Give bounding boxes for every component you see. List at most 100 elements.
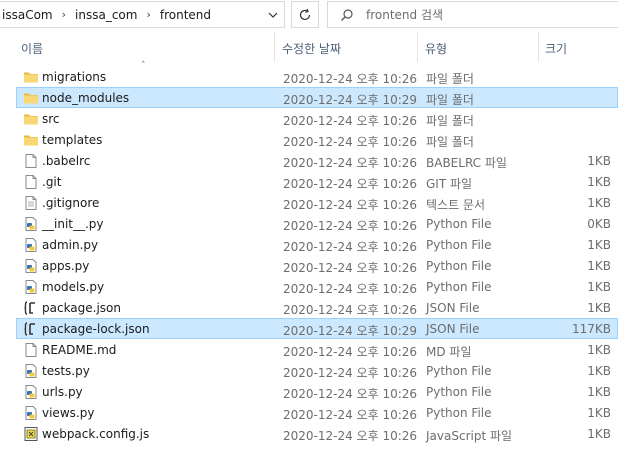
- file-size: 1KB: [587, 343, 611, 357]
- refresh-button[interactable]: [291, 1, 319, 28]
- search-icon: [341, 8, 353, 21]
- folder-icon: [23, 69, 39, 85]
- file-type: JavaScript 파일: [426, 429, 513, 443]
- chevron-right-icon[interactable]: ›: [139, 8, 157, 21]
- blank-file-icon: [23, 153, 39, 169]
- python-file-icon: [23, 405, 39, 421]
- file-type: 파일 폴더: [426, 93, 474, 107]
- file-name: migrations: [42, 70, 107, 84]
- breadcrumb-item[interactable]: frontend: [158, 8, 213, 22]
- file-date: 2020-12-24 오후 10:26: [283, 240, 418, 254]
- file-row[interactable]: .git 2020-12-24 오후 10:26 GIT 파일 1KB: [16, 171, 618, 192]
- file-row[interactable]: apps.py 2020-12-24 오후 10:26 Python File 1KB: [16, 255, 618, 276]
- file-date: 2020-12-24 오후 10:29: [283, 324, 418, 338]
- file-date: 2020-12-24 오후 10:26: [283, 114, 418, 128]
- file-date: 2020-12-24 오후 10:26: [283, 72, 418, 86]
- file-name: templates: [42, 133, 103, 147]
- file-type: Python File: [426, 238, 492, 252]
- file-row[interactable]: package-lock.json 2020-12-24 오후 10:29 JSON…: [16, 318, 618, 339]
- breadcrumb: issaCom › inssa_com › frontend: [0, 8, 262, 22]
- file-row[interactable]: tests.py 2020-12-24 오후 10:26 Python File 1K…: [16, 360, 618, 381]
- file-row[interactable]: templates 2020-12-24 오후 10:26 파일 폴더: [16, 129, 618, 150]
- file-row[interactable]: README.md 2020-12-24 오후 10:26 MD 파일 1KB: [16, 339, 618, 360]
- file-row[interactable]: views.py 2020-12-24 오후 10:26 Python File 1K…: [16, 402, 618, 423]
- file-date: 2020-12-24 오후 10:26: [283, 387, 418, 401]
- file-name: .gitignore: [42, 196, 100, 210]
- breadcrumb-item[interactable]: issaCom: [0, 8, 55, 22]
- file-date: 2020-12-24 오후 10:26: [283, 135, 418, 149]
- column-header-size[interactable]: 크기: [545, 40, 567, 57]
- python-file-icon: [23, 237, 39, 253]
- file-size: 1KB: [587, 238, 611, 252]
- text-file-icon: [23, 195, 39, 211]
- column-header-date[interactable]: 수정한 날짜: [282, 40, 341, 57]
- chevron-down-icon[interactable]: [262, 2, 284, 27]
- column-divider[interactable]: [274, 32, 275, 62]
- file-date: 2020-12-24 오후 10:29: [283, 93, 418, 107]
- file-row[interactable]: .babelrc 2020-12-24 오후 10:26 BABELRC 파일 1KB: [16, 150, 618, 171]
- file-row[interactable]: urls.py 2020-12-24 오후 10:26 Python File 1KB: [16, 381, 618, 402]
- file-name: urls.py: [42, 385, 83, 399]
- file-size: 1KB: [587, 280, 611, 294]
- file-row[interactable]: models.py 2020-12-24 오후 10:26 Python File 1…: [16, 276, 618, 297]
- file-size: 1KB: [587, 301, 611, 315]
- file-name: apps.py: [42, 259, 90, 273]
- file-list: migrations 2020-12-24 오후 10:26 파일 폴더 node_m…: [16, 66, 618, 444]
- search-box[interactable]: frontend 검색: [327, 1, 618, 28]
- column-divider[interactable]: [538, 32, 539, 62]
- file-name: tests.py: [42, 364, 90, 378]
- search-input[interactable]: frontend 검색: [366, 6, 443, 23]
- file-size: 1KB: [587, 406, 611, 420]
- file-row[interactable]: src 2020-12-24 오후 10:26 파일 폴더: [16, 108, 618, 129]
- toolbar: issaCom › inssa_com › frontend frontend …: [0, 0, 618, 30]
- file-type: JSON File: [426, 301, 480, 315]
- python-file-icon: [23, 363, 39, 379]
- file-name: admin.py: [42, 238, 99, 252]
- file-type: Python File: [426, 385, 492, 399]
- file-name: package.json: [42, 301, 122, 315]
- file-row[interactable]: package.json 2020-12-24 오후 10:26 JSON File…: [16, 297, 618, 318]
- file-type: BABELRC 파일: [426, 156, 507, 170]
- chevron-right-icon[interactable]: ›: [55, 8, 73, 21]
- column-header-type[interactable]: 유형: [425, 40, 447, 57]
- file-date: 2020-12-24 오후 10:26: [283, 408, 418, 422]
- file-type: 텍스트 문서: [426, 198, 486, 212]
- file-type: MD 파일: [426, 345, 472, 359]
- file-date: 2020-12-24 오후 10:26: [283, 177, 418, 191]
- file-date: 2020-12-24 오후 10:26: [283, 345, 418, 359]
- file-name: views.py: [42, 406, 95, 420]
- file-type: Python File: [426, 217, 492, 231]
- file-size: 1KB: [587, 175, 611, 189]
- file-type: Python File: [426, 280, 492, 294]
- folder-icon: [23, 90, 39, 106]
- file-name: node_modules: [42, 91, 130, 105]
- file-date: 2020-12-24 오후 10:26: [283, 198, 418, 212]
- file-row[interactable]: node_modules 2020-12-24 오후 10:29 파일 폴더: [16, 87, 618, 108]
- file-date: 2020-12-24 오후 10:26: [283, 366, 418, 380]
- file-date: 2020-12-24 오후 10:26: [283, 303, 418, 317]
- file-row[interactable]: migrations 2020-12-24 오후 10:26 파일 폴더: [16, 66, 618, 87]
- file-name: .git: [42, 175, 62, 189]
- address-bar[interactable]: issaCom › inssa_com › frontend: [0, 1, 285, 28]
- breadcrumb-item[interactable]: inssa_com: [73, 8, 139, 22]
- folder-icon: [23, 111, 39, 127]
- file-row[interactable]: webpack.config.js 2020-12-24 오후 10:26 Java…: [16, 423, 618, 444]
- file-type: 파일 폴더: [426, 72, 474, 86]
- column-header-bar: ˄ 이름 수정한 날짜 유형 크기: [0, 30, 618, 71]
- file-row[interactable]: __init__.py 2020-12-24 오후 10:26 Python Fil…: [16, 213, 618, 234]
- folder-icon: [23, 132, 39, 148]
- file-type: GIT 파일: [426, 177, 473, 191]
- column-divider[interactable]: [417, 32, 418, 62]
- column-header-name[interactable]: 이름: [21, 40, 43, 57]
- python-file-icon: [23, 384, 39, 400]
- javascript-file-icon: [23, 426, 39, 442]
- file-name: webpack.config.js: [42, 427, 150, 441]
- file-date: 2020-12-24 오후 10:26: [283, 261, 418, 275]
- file-row[interactable]: admin.py 2020-12-24 오후 10:26 Python File 1K…: [16, 234, 618, 255]
- file-date: 2020-12-24 오후 10:26: [283, 282, 418, 296]
- file-date: 2020-12-24 오후 10:26: [283, 156, 418, 170]
- file-date: 2020-12-24 오후 10:26: [283, 219, 418, 233]
- file-name: .babelrc: [42, 154, 91, 168]
- file-type: Python File: [426, 364, 492, 378]
- file-row[interactable]: .gitignore 2020-12-24 오후 10:26 텍스트 문서 1KB: [16, 192, 618, 213]
